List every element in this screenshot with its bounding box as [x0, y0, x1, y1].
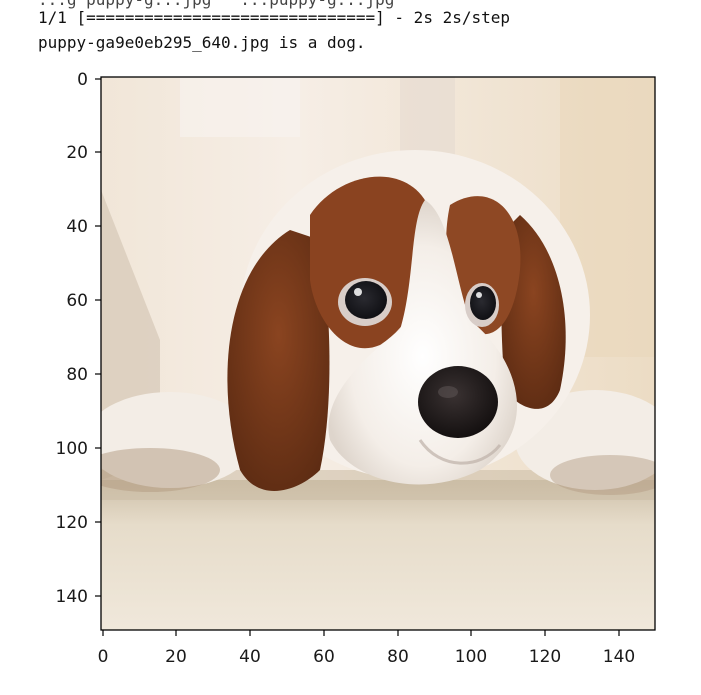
x-tick-label: 120: [529, 647, 561, 667]
image-figure: 0 20 40 60 80 100 120 140 0 20 40 60 80 …: [56, 70, 656, 667]
x-tick-label: 0: [98, 647, 109, 667]
x-tick-label: 20: [165, 647, 187, 667]
x-tick-label: 140: [603, 647, 635, 667]
x-tick-label: 40: [239, 647, 261, 667]
x-axis: 0 20 40 60 80 100 120 140: [98, 630, 635, 667]
y-tick-label: 100: [56, 439, 88, 459]
y-tick-label: 0: [77, 70, 88, 90]
y-tick-label: 80: [66, 365, 88, 385]
y-tick-label: 140: [56, 587, 88, 607]
x-tick-label: 60: [313, 647, 335, 667]
y-axis: 0 20 40 60 80 100 120 140: [56, 70, 101, 607]
x-tick-label: 80: [387, 647, 409, 667]
puppy-photo: [101, 77, 655, 630]
y-tick-label: 20: [66, 143, 88, 163]
y-tick-label: 120: [56, 513, 88, 533]
y-tick-label: 40: [66, 217, 88, 237]
x-tick-label: 100: [455, 647, 487, 667]
y-tick-label: 60: [66, 291, 88, 311]
